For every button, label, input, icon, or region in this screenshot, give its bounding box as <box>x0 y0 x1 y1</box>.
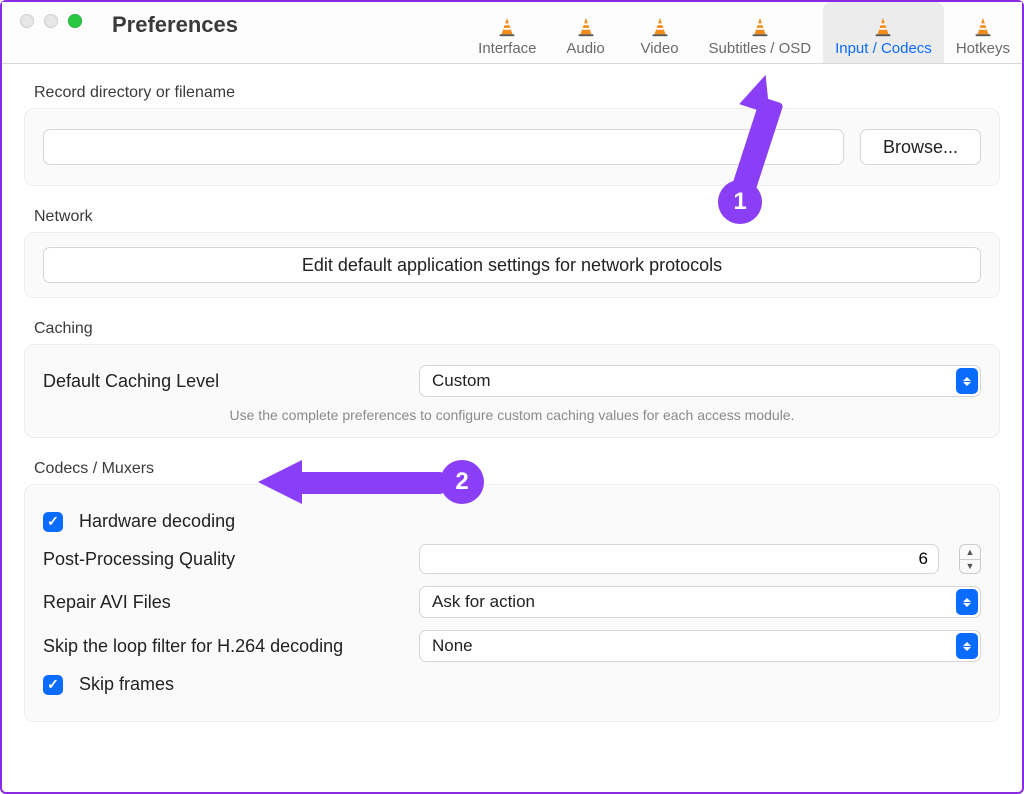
tab-video[interactable]: Video <box>623 2 697 63</box>
stepper-down-icon[interactable]: ▼ <box>960 560 980 574</box>
select-value: None <box>432 636 473 656</box>
tab-hotkeys[interactable]: Hotkeys <box>944 2 1022 63</box>
tab-audio[interactable]: Audio <box>549 2 623 63</box>
skip-frames-label: Skip frames <box>79 674 174 695</box>
hardware-decoding-checkbox[interactable]: ✓ <box>43 512 63 532</box>
caching-hint: Use the complete preferences to configur… <box>43 407 981 423</box>
tab-input-codecs[interactable]: Input / Codecs <box>823 2 944 63</box>
post-processing-quality-label: Post-Processing Quality <box>43 549 403 570</box>
cone-icon <box>749 16 771 38</box>
select-value: Ask for action <box>432 592 535 612</box>
cone-icon <box>575 16 597 38</box>
chevron-up-down-icon <box>956 368 978 394</box>
edit-network-settings-button[interactable]: Edit default application settings for ne… <box>43 247 981 283</box>
default-caching-level-select[interactable]: Custom <box>419 365 981 397</box>
post-processing-quality-stepper[interactable]: ▲ ▼ <box>959 544 981 574</box>
numeric-value: 6 <box>919 549 928 569</box>
section-codecs-label: Codecs / Muxers <box>14 460 1010 484</box>
section-codecs-panel: ✓ Hardware decoding Post-Processing Qual… <box>24 484 1000 722</box>
content-area: Record directory or filename Browse... N… <box>2 64 1022 722</box>
section-record-label: Record directory or filename <box>14 84 1010 108</box>
skip-loop-filter-label: Skip the loop filter for H.264 decoding <box>43 636 403 657</box>
stepper-up-icon[interactable]: ▲ <box>960 545 980 560</box>
record-directory-input[interactable] <box>43 129 844 165</box>
tab-label: Subtitles / OSD <box>709 40 812 57</box>
tab-label: Audio <box>566 40 604 57</box>
repair-avi-files-select[interactable]: Ask for action <box>419 586 981 618</box>
section-caching-panel: Default Caching Level Custom Use the com… <box>24 344 1000 438</box>
tab-label: Hotkeys <box>956 40 1010 57</box>
tab-label: Input / Codecs <box>835 40 932 57</box>
tab-interface[interactable]: Interface <box>466 2 548 63</box>
tab-label: Interface <box>478 40 536 57</box>
cone-icon <box>496 16 518 38</box>
toolbar-tabs: Interface Audio Video Subtitles / OSD In… <box>466 2 1022 63</box>
section-network-panel: Edit default application settings for ne… <box>24 232 1000 298</box>
chevron-up-down-icon <box>956 633 978 659</box>
minimize-window-button[interactable] <box>44 14 58 28</box>
window-controls <box>2 2 96 28</box>
cone-icon <box>649 16 671 38</box>
close-window-button[interactable] <box>20 14 34 28</box>
default-caching-level-label: Default Caching Level <box>43 371 403 392</box>
annotation-arrow-2-stem <box>294 472 444 494</box>
tab-label: Video <box>640 40 678 57</box>
browse-button[interactable]: Browse... <box>860 129 981 165</box>
section-record-panel: Browse... <box>24 108 1000 186</box>
hardware-decoding-label: Hardware decoding <box>79 511 235 532</box>
window-title: Preferences <box>96 2 238 38</box>
chevron-up-down-icon <box>956 589 978 615</box>
select-value: Custom <box>432 371 491 391</box>
zoom-window-button[interactable] <box>68 14 82 28</box>
titlebar: Preferences Interface Audio Video Subtit… <box>2 2 1022 64</box>
repair-avi-files-label: Repair AVI Files <box>43 592 403 613</box>
skip-loop-filter-select[interactable]: None <box>419 630 981 662</box>
annotation-badge-2: 2 <box>440 460 484 504</box>
annotation-badge-1: 1 <box>718 180 762 224</box>
annotation-arrow-2 <box>258 460 302 504</box>
cone-icon <box>972 16 994 38</box>
post-processing-quality-input[interactable]: 6 <box>419 544 939 574</box>
section-network-label: Network <box>14 208 1010 232</box>
section-caching-label: Caching <box>14 320 1010 344</box>
skip-frames-checkbox[interactable]: ✓ <box>43 675 63 695</box>
cone-icon <box>872 16 894 38</box>
tab-subtitles-osd[interactable]: Subtitles / OSD <box>697 2 824 63</box>
